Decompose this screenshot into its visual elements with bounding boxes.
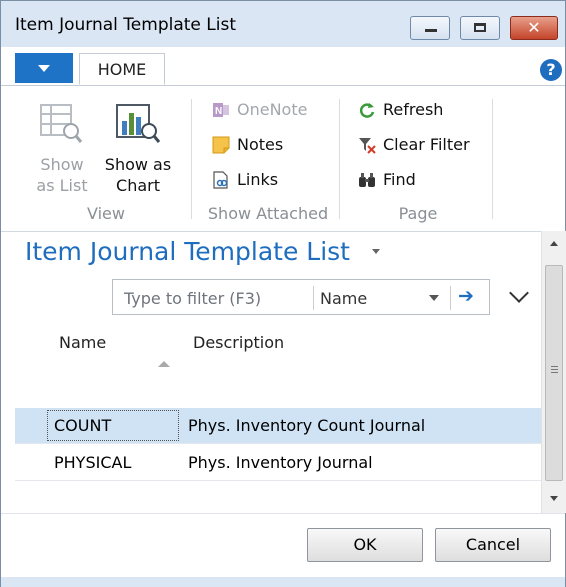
dialog-window: Item Journal Template List ✕ HOME ? Show…: [0, 0, 566, 587]
group-label-show-attached: Show Attached: [207, 204, 329, 223]
close-button[interactable]: ✕: [510, 16, 558, 40]
table-row[interactable]: PHYSICAL Phys. Inventory Journal: [15, 445, 541, 480]
title-bar: Item Journal Template List ✕: [1, 1, 565, 47]
row-divider: [15, 443, 541, 444]
tab-home[interactable]: HOME: [79, 53, 165, 85]
filter-bar: Type to filter (F3) Name ➔: [112, 279, 490, 315]
vertical-scrollbar[interactable]: [541, 231, 566, 513]
maximize-icon: [474, 23, 486, 32]
minimize-button[interactable]: [410, 16, 450, 40]
ribbon-divider: [492, 99, 493, 219]
svg-text:N: N: [215, 106, 222, 117]
column-header-description[interactable]: Description: [193, 333, 284, 352]
chevron-down-icon[interactable]: [429, 295, 439, 301]
clear-filter-icon: [359, 138, 376, 154]
cell-description[interactable]: Phys. Inventory Journal: [188, 453, 373, 472]
cell-name[interactable]: COUNT: [54, 416, 111, 435]
filter-divider: [450, 286, 451, 310]
close-icon: ✕: [527, 18, 541, 37]
expand-filter-icon[interactable]: [509, 283, 529, 303]
chart-view-icon: [116, 104, 161, 143]
filter-field-select[interactable]: Name: [320, 289, 367, 308]
cell-name[interactable]: PHYSICAL: [54, 453, 131, 472]
show-as-list-label: Show as List: [36, 155, 88, 195]
filter-divider: [313, 286, 314, 310]
ribbon-divider: [191, 99, 192, 219]
cancel-button[interactable]: Cancel: [435, 528, 551, 562]
scroll-up-icon[interactable]: [550, 241, 558, 246]
application-menu-button[interactable]: [15, 53, 73, 83]
column-header-name[interactable]: Name: [59, 333, 106, 352]
window-title: Item Journal Template List: [15, 15, 236, 35]
ok-button[interactable]: OK: [307, 528, 423, 562]
filter-input[interactable]: Type to filter (F3): [124, 289, 261, 308]
show-as-chart-label: Show as Chart: [104, 155, 172, 195]
grip-icon: [551, 366, 558, 367]
maximize-button[interactable]: [460, 16, 500, 40]
footer-divider: [1, 513, 565, 514]
sort-ascending-icon: [158, 361, 170, 367]
list-view-icon: [40, 104, 83, 143]
window-bottom-border: [1, 577, 565, 587]
onenote-icon: N: [213, 103, 229, 117]
links-icon: [213, 171, 228, 189]
help-icon[interactable]: ?: [540, 59, 562, 81]
binoculars-icon: [359, 173, 375, 187]
row-divider: [15, 480, 541, 481]
apply-filter-icon[interactable]: ➔: [458, 285, 474, 307]
refresh-icon: [359, 103, 375, 118]
page-title: Item Journal Template List: [25, 237, 350, 266]
cell-description[interactable]: Phys. Inventory Count Journal: [188, 416, 425, 435]
scroll-down-icon[interactable]: [550, 496, 558, 501]
group-label-view: View: [87, 204, 125, 223]
title-dropdown-icon[interactable]: [372, 249, 380, 254]
notes-icon: [212, 136, 230, 154]
minimize-icon: [425, 29, 437, 32]
ribbon-divider: [339, 99, 340, 219]
show-as-list-button[interactable]: Show as List: [33, 99, 91, 199]
table-row[interactable]: COUNT Phys. Inventory Count Journal: [15, 408, 541, 443]
group-label-page: Page: [398, 204, 438, 223]
scroll-thumb[interactable]: [545, 265, 563, 481]
show-as-chart-button[interactable]: Show as Chart: [99, 99, 177, 199]
